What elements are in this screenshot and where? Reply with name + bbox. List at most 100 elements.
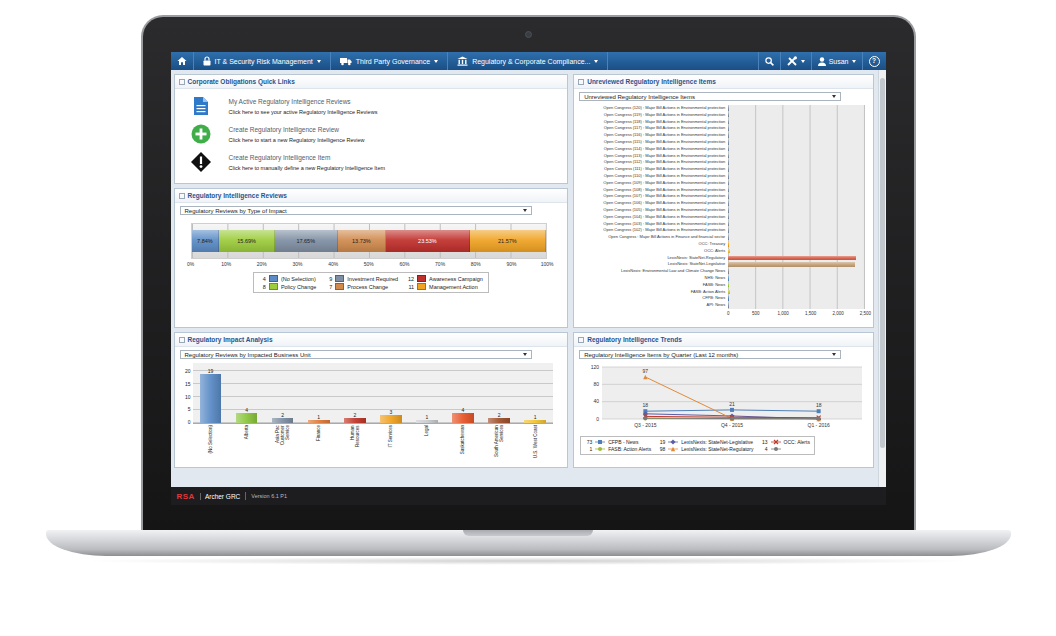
legend-item[interactable]: 7Process Change — [325, 283, 398, 290]
chart-bar[interactable] — [236, 413, 258, 423]
legend-item[interactable]: 11Management Action — [407, 283, 483, 290]
chart-bar[interactable] — [728, 120, 729, 125]
nav-right-tools: Susan? — [758, 52, 886, 70]
y-gridline-group: 120 — [591, 364, 862, 370]
bar-segment[interactable]: 17.65% — [275, 230, 338, 252]
chart-selector-dropdown[interactable]: Regulatory Reviews by Impacted Business … — [180, 350, 532, 359]
collapse-box-icon[interactable] — [578, 79, 584, 85]
quick-link-title[interactable]: Create Regulatory Intelligence Review — [229, 126, 365, 133]
chart-bar[interactable] — [524, 420, 546, 423]
chart-bar[interactable] — [728, 228, 729, 233]
legend-item[interactable]: 73CFPB - News — [585, 439, 651, 445]
data-point[interactable] — [817, 417, 821, 421]
scrollbar-thumb[interactable] — [880, 78, 885, 448]
chart-bar[interactable] — [452, 413, 474, 423]
chart-bar[interactable] — [728, 181, 729, 186]
legend-item[interactable]: 13OCC: Alerts — [761, 439, 810, 445]
legend-item[interactable]: 4 — [761, 446, 810, 452]
chart-bar[interactable] — [728, 126, 729, 131]
chart-bar[interactable] — [728, 194, 729, 199]
chart-bar[interactable] — [728, 276, 729, 281]
data-point[interactable] — [817, 417, 821, 421]
collapse-box-icon[interactable] — [179, 337, 185, 343]
data-point[interactable] — [730, 417, 734, 421]
chart-bar[interactable] — [728, 296, 729, 301]
chart-bar[interactable] — [308, 420, 330, 423]
legend-item[interactable]: 98LexisNexis: StateNet-Regulatory — [658, 446, 753, 452]
bar-segment[interactable]: 15.69% — [219, 230, 275, 252]
legend-item[interactable]: 8Policy Change — [259, 283, 316, 290]
legend-item[interactable]: 12Awareness Campaign — [407, 275, 483, 282]
data-point[interactable] — [817, 409, 821, 413]
collapse-box-icon[interactable] — [179, 79, 185, 85]
chart-bar[interactable] — [488, 418, 510, 423]
data-point[interactable] — [644, 416, 648, 420]
category-label: LexisNexis: StateNet-Regulatory — [578, 255, 728, 262]
data-point[interactable] — [730, 408, 734, 412]
quick-link[interactable]: My Active Regulatory Intelligence Review… — [191, 96, 568, 116]
collapse-box-icon[interactable] — [179, 193, 185, 199]
data-point[interactable] — [644, 417, 648, 421]
search-button[interactable] — [758, 52, 780, 70]
chart-bar[interactable] — [728, 154, 729, 159]
chart-selector-dropdown[interactable]: Regulatory Reviews by Type of Impact — [180, 206, 532, 215]
chart-bar[interactable] — [416, 420, 438, 423]
nav-menu[interactable]: Regulatory & Corporate Compliance... — [448, 52, 608, 70]
user-menu[interactable]: Susan — [811, 52, 862, 70]
chart-bar[interactable] — [200, 374, 222, 423]
data-point[interactable] — [730, 417, 734, 421]
collapse-box-icon[interactable] — [578, 337, 584, 343]
quick-link[interactable]: Create Regulatory Intelligence ReviewCli… — [191, 124, 568, 144]
bar-segment[interactable]: 7.84% — [192, 230, 220, 252]
chart-selector-dropdown[interactable]: Regulatory Intelligence Items by Quarter… — [579, 350, 841, 359]
chart-bar[interactable] — [272, 418, 294, 423]
bar-segment[interactable]: 21.57% — [470, 230, 547, 252]
chart-bar[interactable] — [728, 283, 729, 288]
legend-item[interactable]: 1FASB: Action Alerts — [585, 446, 651, 452]
quick-link-title[interactable]: Create Regulatory Intelligence Item — [229, 154, 386, 161]
quick-link[interactable]: Create Regulatory Intelligence ItemClick… — [191, 152, 568, 172]
legend-item[interactable]: 19LexisNexis: StateNet-Legislative — [658, 439, 753, 445]
bar-segment[interactable]: 13.73% — [338, 230, 387, 252]
data-point[interactable] — [817, 416, 821, 420]
home-button[interactable] — [171, 52, 194, 70]
bar-track — [728, 159, 865, 166]
legend-count: 98 — [658, 446, 665, 452]
chart-bar[interactable] — [728, 174, 729, 179]
chart-bar[interactable] — [728, 215, 729, 220]
chart-bar[interactable] — [728, 235, 729, 240]
legend-item[interactable]: 4(No Selection) — [259, 275, 316, 282]
chart-bar[interactable] — [728, 242, 729, 247]
legend-item[interactable]: 9Investment Required — [325, 275, 398, 282]
chart-bar[interactable] — [728, 256, 856, 261]
data-point[interactable] — [643, 375, 647, 379]
chart-bar[interactable] — [728, 201, 729, 206]
nav-menu[interactable]: Third Party Governance — [331, 52, 448, 70]
scrollbar[interactable] — [878, 70, 886, 487]
chart-bar[interactable] — [728, 147, 729, 152]
chart-bar[interactable] — [728, 249, 730, 254]
chart-selector-dropdown[interactable]: Unreviewed Regulatory Intelligence Items — [579, 92, 841, 101]
data-point[interactable] — [817, 417, 821, 421]
chart-bar[interactable] — [728, 106, 729, 111]
chart-bar[interactable] — [728, 188, 729, 193]
bar-track — [728, 153, 865, 160]
chart-bar[interactable] — [728, 303, 729, 308]
chart-bar[interactable] — [728, 167, 729, 172]
chart-bar[interactable] — [728, 113, 729, 118]
quick-link-title[interactable]: My Active Regulatory Intelligence Review… — [229, 98, 378, 105]
chart-bar[interactable] — [728, 290, 730, 295]
bar-segment[interactable]: 23.53% — [386, 230, 469, 252]
nav-menu[interactable]: IT & Security Risk Management — [194, 52, 331, 70]
chart-bar[interactable] — [380, 415, 402, 423]
help-button[interactable]: ? — [862, 52, 886, 70]
chart-bar[interactable] — [728, 269, 729, 274]
chart-bar[interactable] — [728, 222, 729, 227]
chart-bar[interactable] — [728, 140, 729, 145]
chart-bar[interactable] — [728, 208, 729, 213]
chart-bar[interactable] — [728, 262, 855, 267]
tools-menu[interactable] — [780, 52, 811, 70]
chart-bar[interactable] — [728, 133, 729, 138]
chart-bar[interactable] — [344, 418, 366, 423]
chart-bar[interactable] — [728, 160, 729, 165]
